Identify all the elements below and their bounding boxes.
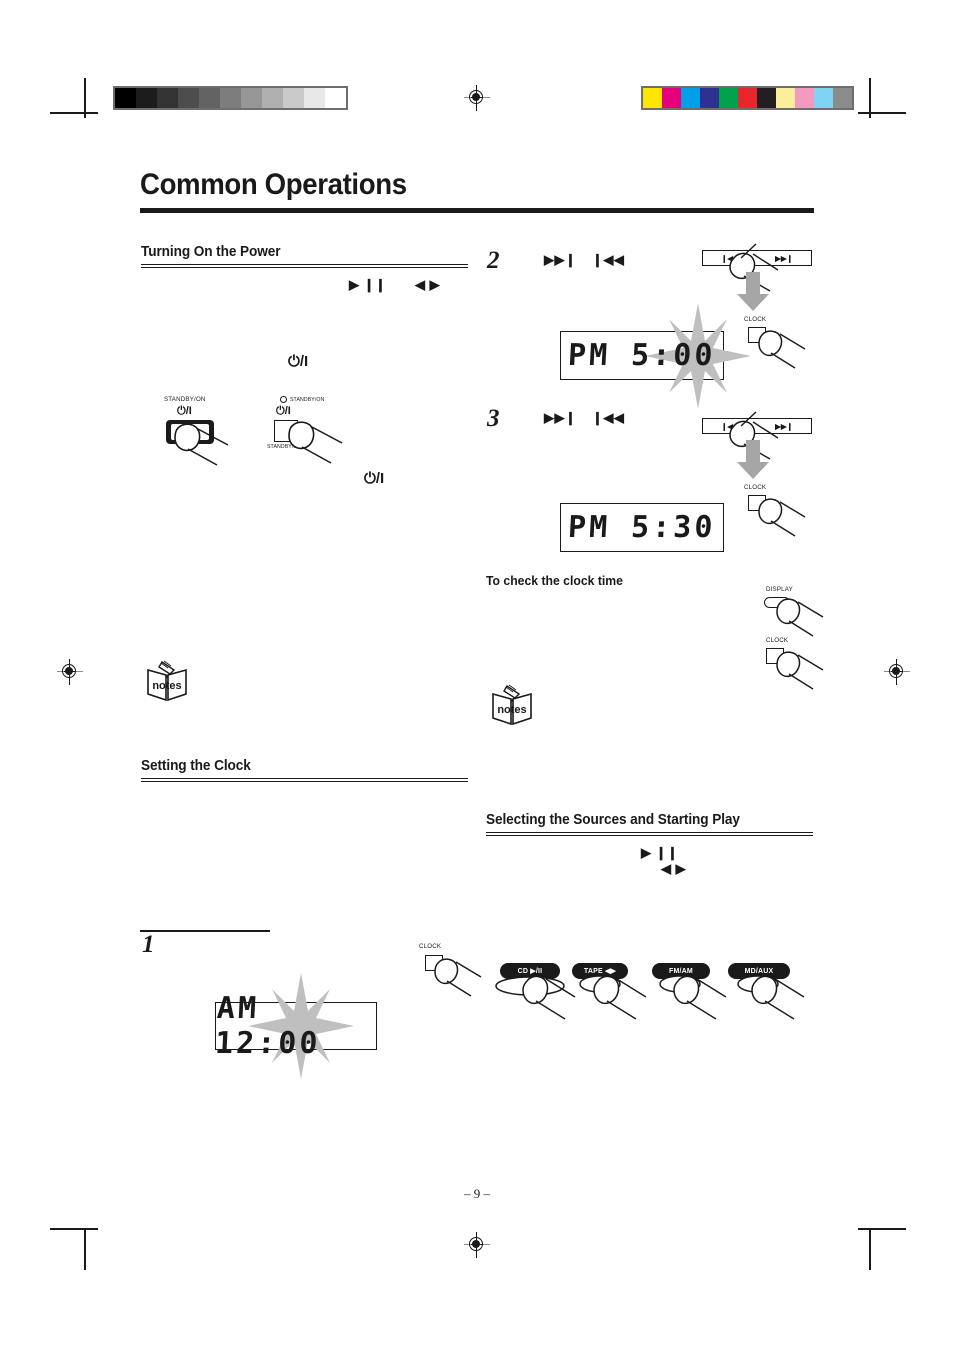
color-swatch-10 (833, 88, 852, 108)
grayscale-swatch-6 (241, 88, 262, 108)
step-1-number: 1 (142, 931, 155, 958)
glyph-forward-step-3: ▶▶❙ (544, 410, 577, 425)
hand-pressing-md-aux-icon (751, 975, 805, 1020)
hand-pressing-unit-standby-icon (174, 423, 229, 466)
grayscale-swatch-2 (157, 88, 178, 108)
registration-mark-right (884, 659, 910, 685)
section-heading-setting-the-clock: Setting the Clock (141, 758, 251, 774)
display-button-label: DISPLAY (766, 586, 793, 593)
lcd-text-am-1200: AM 12:00 (214, 991, 322, 1061)
clock-button-label-check: CLOCK (766, 637, 789, 644)
power-symbol-inline: ⏻/I (288, 353, 309, 370)
grayscale-swatch-5 (220, 88, 241, 108)
grayscale-calibration-bar (113, 86, 348, 110)
title-rule (140, 208, 814, 213)
hand-pressing-display-icon (776, 598, 824, 637)
crop-mark-bottom-left-v (84, 1230, 86, 1270)
lcd-text-pm-500: PM 5:00 (567, 338, 717, 373)
lcd-display-pm-500: PM 5:00 (560, 303, 751, 409)
svg-text:notes: notes (497, 704, 526, 716)
crop-mark-bottom-left-h (50, 1228, 98, 1230)
color-swatch-4 (719, 88, 738, 108)
hand-pressing-clock-step-2-icon (758, 330, 806, 369)
notes-icon-right: notes (492, 684, 532, 726)
down-arrow-step-3-icon (737, 440, 769, 479)
color-swatch-7 (776, 88, 795, 108)
hand-pressing-tape-icon (593, 975, 647, 1020)
section-heading-turning-on-the-power: Turning On the Power (141, 244, 281, 260)
registration-mark-top (464, 85, 490, 111)
color-swatch-2 (681, 88, 700, 108)
grayscale-swatch-7 (262, 88, 283, 108)
lcd-display-am-1200: AM 12:00 (214, 973, 377, 1079)
grayscale-swatch-8 (283, 88, 304, 108)
grayscale-swatch-4 (199, 88, 220, 108)
down-arrow-step-2-icon (737, 272, 769, 311)
standby-on-unit-symbol: ⏻/I (177, 405, 192, 417)
step-1-rule (140, 930, 270, 932)
glyph-left-right-power: ◀ ▶ (415, 277, 441, 292)
notes-icon-left: notes (147, 660, 187, 702)
glyph-left-right-sources: ◀ ▶ (661, 861, 687, 876)
step-2-number: 2 (487, 247, 500, 274)
section-heading-selecting-the-sources: Selecting the Sources and Starting Play (486, 812, 740, 828)
svg-text:notes: notes (152, 680, 181, 692)
color-swatch-8 (795, 88, 814, 108)
standby-on-remote-indicator-label: STANDBY/ON (290, 397, 325, 403)
crop-mark-top-right-v (869, 78, 871, 118)
registration-mark-bottom (464, 1232, 490, 1258)
glyph-play-pause-sources: ▶ ❙❙ (641, 845, 679, 860)
crop-mark-bottom-right-v (869, 1230, 871, 1270)
section-rule-sources (486, 832, 813, 836)
hand-pressing-fm-am-icon (673, 975, 727, 1020)
crop-mark-top-left-v (84, 78, 86, 118)
hand-pressing-clock-step-3-icon (758, 498, 806, 537)
color-swatch-9 (814, 88, 833, 108)
glyph-forward-step-2: ▶▶❙ (544, 252, 577, 267)
section-rule-power (141, 264, 468, 268)
hand-pressing-clock-sources-icon (434, 958, 482, 997)
lcd-display-pm-530: PM 5:30 (560, 503, 724, 552)
clock-button-label-step-2: CLOCK (744, 316, 767, 323)
grayscale-swatch-9 (304, 88, 325, 108)
grayscale-swatch-10 (325, 88, 346, 108)
subheading-to-check-the-clock-time: To check the clock time (486, 573, 623, 588)
color-swatch-1 (662, 88, 681, 108)
glyph-back-step-3: ❙◀◀ (592, 410, 625, 425)
hand-pressing-remote-standby-icon (288, 421, 343, 464)
glyph-back-step-2: ❙◀◀ (592, 252, 625, 267)
grayscale-swatch-1 (136, 88, 157, 108)
crop-mark-top-left-h (50, 112, 98, 114)
glyph-play-pause-power: ▶ ❙❙ (349, 277, 387, 292)
color-swatch-0 (643, 88, 662, 108)
crop-mark-top-right-h (858, 112, 906, 114)
registration-mark-left (57, 659, 83, 685)
standby-on-unit-label: STANDBY/ON (164, 396, 206, 403)
clock-button-label-step-3: CLOCK (744, 484, 767, 491)
color-swatch-6 (757, 88, 776, 108)
page-number: – 9 – (464, 1186, 490, 1201)
crop-mark-bottom-right-h (858, 1228, 906, 1230)
clock-button-label-sources: CLOCK (419, 943, 442, 950)
color-swatch-3 (700, 88, 719, 108)
color-calibration-bar (641, 86, 854, 110)
section-rule-clock (141, 778, 468, 782)
hand-pressing-clock-check-icon (776, 651, 824, 690)
standby-on-remote-symbol: ⏻/I (276, 405, 291, 417)
grayscale-swatch-3 (178, 88, 199, 108)
lcd-text-pm-530: PM 5:30 (567, 510, 717, 545)
power-symbol-secondary: ⏻/I (364, 470, 385, 487)
standby-on-indicator-lamp-icon (280, 396, 287, 403)
step-3-number: 3 (487, 405, 500, 432)
color-swatch-5 (738, 88, 757, 108)
grayscale-swatch-0 (115, 88, 136, 108)
page-title: Common Operations (140, 168, 407, 201)
